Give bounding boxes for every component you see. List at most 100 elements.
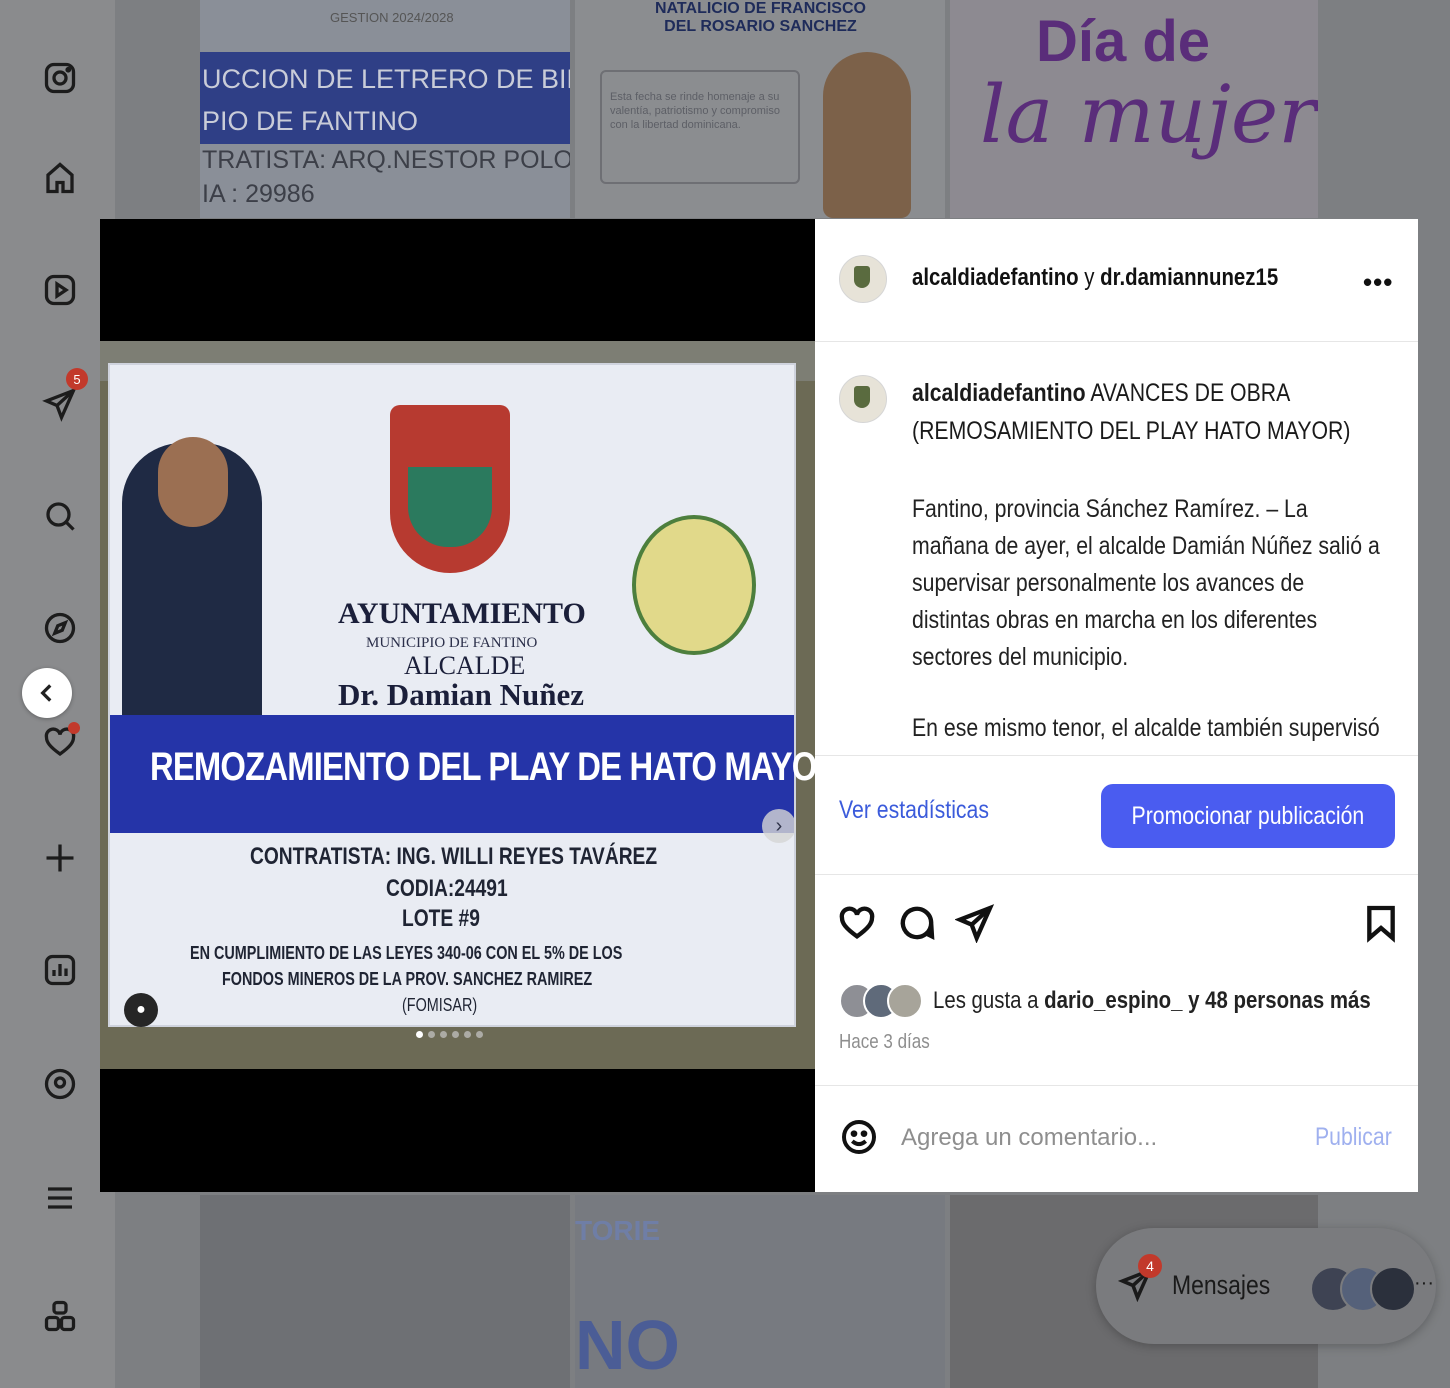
tile3-line2: la mujer	[980, 68, 1317, 161]
likes-summary[interactable]: Les gusta a dario_espino_ y 48 personas …	[839, 981, 1448, 1021]
liker-avatar	[887, 983, 923, 1019]
create-icon[interactable]	[38, 836, 82, 880]
carousel-dot	[476, 1031, 483, 1038]
banner-cumplimiento-2: FONDOS MINEROS DE LA PROV. SANCHEZ RAMIR…	[222, 969, 593, 989]
banner-codia: CODIA:24491	[386, 875, 508, 902]
reels-icon[interactable]	[38, 268, 82, 312]
post-photo[interactable]: AYUNTAMIENTO MUNICIPIO DE FANTINO ALCALD…	[100, 341, 815, 1069]
tile2-heading: NATALICIO DE FRANCISCO DEL ROSARIO SANCH…	[655, 0, 866, 36]
banner-municipio: MUNICIPIO DE FANTINO	[366, 635, 538, 651]
likes-text: Les gusta a dario_espino_ y 48 personas …	[933, 987, 1371, 1015]
tile1-line1: UCCION DE LETRERO DE BIENV	[202, 64, 570, 94]
save-bookmark-icon[interactable]	[1361, 903, 1405, 947]
post-timestamp[interactable]: Hace 3 días	[839, 1031, 930, 1054]
feed-tile-3[interactable]: Día de la mujer	[950, 0, 1318, 218]
chevron-right-icon: ›	[775, 814, 783, 837]
also-from-meta-icon[interactable]	[38, 1294, 82, 1338]
liker-username[interactable]: dario_espino_	[1044, 987, 1182, 1014]
likes-prefix: Les gusta a	[933, 987, 1039, 1014]
caption-body: Fantino, provincia Sánchez Ramírez. – La…	[912, 491, 1388, 755]
post-side-panel: alcaldiadefantino y dr.damiannunez15 •••…	[815, 219, 1418, 1192]
banner: AYUNTAMIENTO MUNICIPIO DE FANTINO ALCALD…	[108, 363, 815, 1027]
carousel-dot	[452, 1031, 459, 1038]
messages-label: Mensajes	[1172, 1270, 1271, 1300]
tile3-line1: Día de	[1036, 9, 1211, 74]
banner-cumplimiento-1: EN CUMPLIMIENTO DE LAS LEYES 340-06 CON …	[190, 943, 623, 963]
tile1-line3: TRATISTA: ARQ.NESTOR POLONIA	[202, 146, 570, 174]
likes-count[interactable]: y 48 personas más	[1188, 987, 1371, 1014]
previous-post-button[interactable]	[22, 668, 72, 718]
promote-post-label: Promocionar publicación	[1131, 801, 1365, 830]
tile1-line4: IA : 29986	[202, 180, 315, 208]
post-header: alcaldiadefantino y dr.damiannunez15 •••	[815, 219, 1418, 342]
author-connector: y	[1084, 264, 1095, 291]
tile1-top-text: GESTION 2024/2028	[330, 10, 454, 25]
banner-ayuntamiento: AYUNTAMIENTO	[338, 597, 586, 630]
carousel-dot	[428, 1031, 435, 1038]
view-insights-link[interactable]: Ver estadísticas	[839, 796, 989, 825]
more-menu-icon[interactable]	[38, 1176, 82, 1220]
emoji-icon[interactable]	[839, 1117, 879, 1157]
author-avatar[interactable]	[839, 255, 887, 303]
like-icon[interactable]	[837, 903, 881, 947]
seal-logo	[632, 515, 756, 655]
feed-tile-2[interactable]: NATALICIO DE FRANCISCO DEL ROSARIO SANCH…	[575, 0, 945, 218]
notification-dot	[68, 722, 80, 734]
search-icon[interactable]	[38, 494, 82, 538]
post-modal: AYUNTAMIENTO MUNICIPIO DE FANTINO ALCALD…	[100, 219, 1418, 1192]
banner-fomisar: (FOMISAR)	[402, 995, 478, 1015]
instagram-logo-icon[interactable]	[38, 56, 82, 100]
feed-tile-1[interactable]: GESTION 2024/2028 UCCION DE LETRERO DE B…	[200, 0, 570, 218]
author-username-2[interactable]: dr.damiannunez15	[1100, 264, 1278, 291]
messages-pill-badge: 4	[1138, 1254, 1162, 1278]
caption-paragraph-1: Fantino, provincia Sánchez Ramírez. – La…	[912, 495, 1380, 671]
messages-pill[interactable]: 4 Mensajes ···	[1096, 1228, 1436, 1344]
mayor-face	[158, 437, 228, 527]
post-media: AYUNTAMIENTO MUNICIPIO DE FANTINO ALCALD…	[100, 219, 815, 1192]
feed-tile-5[interactable]: TORIE NO	[575, 1195, 945, 1388]
insights-row: Ver estadísticas Promocionar publicación	[815, 755, 1418, 875]
carousel-dot	[416, 1031, 423, 1038]
tile2-heading-line2: DEL ROSARIO SANCHEZ	[664, 18, 857, 35]
carousel-dot	[440, 1031, 447, 1038]
coat-of-arms	[390, 405, 510, 573]
comment-box: Publicar	[815, 1085, 1418, 1192]
more-options-icon[interactable]: •••	[1363, 267, 1393, 298]
tile2-heading-line1: NATALICIO DE FRANCISCO	[655, 0, 866, 17]
caption-heading: alcaldiadefantino AVANCES DE OBRA (REMOS…	[912, 374, 1414, 450]
feed-tile-4[interactable]	[200, 1195, 570, 1388]
post-authors: alcaldiadefantino y dr.damiannunez15	[912, 264, 1278, 292]
caption-scroll-area[interactable]: alcaldiadefantino AVANCES DE OBRA (REMOS…	[815, 341, 1418, 755]
tile1-line2: PIO DE FANTINO	[202, 106, 419, 136]
chevron-left-icon	[40, 684, 52, 702]
tile2-box: Esta fecha se rinde homenaje a su valent…	[600, 70, 800, 184]
banner-lote: LOTE #9	[402, 905, 480, 932]
messages-badge: 5	[66, 368, 88, 390]
comment-icon[interactable]	[897, 903, 941, 947]
caption-avatar[interactable]	[839, 375, 887, 423]
post-actions: Les gusta a dario_espino_ y 48 personas …	[815, 873, 1418, 1086]
author-username-1[interactable]: alcaldiadefantino	[912, 264, 1079, 291]
comment-input[interactable]	[899, 1115, 1283, 1161]
caption-username[interactable]: alcaldiadefantino	[912, 379, 1086, 407]
carousel-dots	[416, 1031, 483, 1038]
share-icon[interactable]	[954, 903, 999, 947]
home-icon[interactable]	[38, 156, 82, 200]
profile-icon[interactable]	[38, 1062, 82, 1106]
tile2-portrait	[823, 52, 911, 218]
carousel-dot	[464, 1031, 471, 1038]
messages-more: ···	[1414, 1272, 1434, 1294]
tagged-users-icon[interactable]: ●	[124, 993, 158, 1027]
conversation-avatar	[1370, 1266, 1416, 1312]
explore-icon[interactable]	[38, 606, 82, 650]
banner-title: REMOZAMIENTO DEL PLAY DE HATO MAYOR	[150, 745, 815, 789]
tile5-text2: NO	[575, 1306, 680, 1384]
banner-name: Dr. Damian Nuñez	[338, 677, 585, 712]
tile5-text1: TORIE	[575, 1215, 661, 1246]
dashboard-icon[interactable]	[38, 948, 82, 992]
caption-paragraph-2: En ese mismo tenor, el alcalde también s…	[912, 714, 1380, 755]
publish-comment-button[interactable]: Publicar	[1315, 1123, 1392, 1152]
carousel-next-button[interactable]: ›	[762, 809, 796, 843]
banner-contratista: CONTRATISTA: ING. WILLI REYES TAVÁREZ	[250, 843, 658, 870]
promote-post-button[interactable]: Promocionar publicación	[1101, 784, 1395, 848]
